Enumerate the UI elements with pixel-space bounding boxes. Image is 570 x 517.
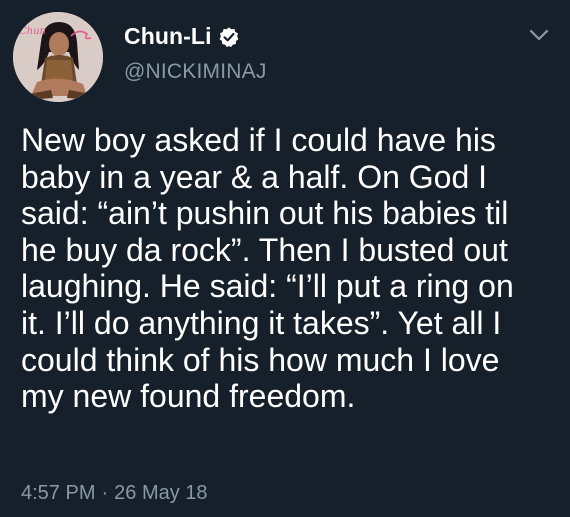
tweet-text-line: New boy asked if I could have his	[21, 122, 496, 158]
tweet-text: New boy asked if I could have his baby in…	[21, 122, 561, 415]
avatar-signature-text: Chun	[19, 26, 46, 37]
tweet-text-line: my new found freedom.	[21, 378, 356, 415]
name-row[interactable]: Chun-Li	[124, 23, 240, 50]
avatar-image: Chun	[13, 12, 103, 102]
display-name[interactable]: Chun-Li	[124, 23, 212, 50]
tweet-text-line: said: “ain’t pushin out his babies til	[21, 195, 509, 232]
chevron-down-icon[interactable]	[528, 28, 550, 42]
tweet-text-line: laughing. He said: “I’ll put a ring on	[21, 268, 514, 305]
tweet-date[interactable]: 26 May 18	[114, 482, 207, 505]
meta-separator: ·	[101, 482, 109, 504]
tweet-text-line: it. I’ll do anything it takes”. Yet all …	[21, 304, 502, 341]
avatar[interactable]: Chun	[13, 12, 103, 102]
tweet-time[interactable]: 4:57 PM	[21, 482, 95, 505]
tweet-text-line: could think of his how much I love	[21, 341, 500, 378]
tweet-header: Chun Chun-Li @NICKIMINAJ	[0, 0, 570, 102]
tweet-text-line: he buy da rock”. Then I busted out	[21, 231, 508, 268]
tweet-card: Chun Chun-Li @NICKIMINAJ New boy asked i…	[0, 0, 570, 517]
tweet-timestamp[interactable]: 4:57 PM · 26 May 18	[21, 482, 208, 505]
user-handle[interactable]: @NICKIMINAJ	[124, 60, 267, 84]
tweet-text-line: baby in a year & a half. On God I	[21, 158, 488, 195]
verified-badge-icon	[218, 26, 240, 48]
